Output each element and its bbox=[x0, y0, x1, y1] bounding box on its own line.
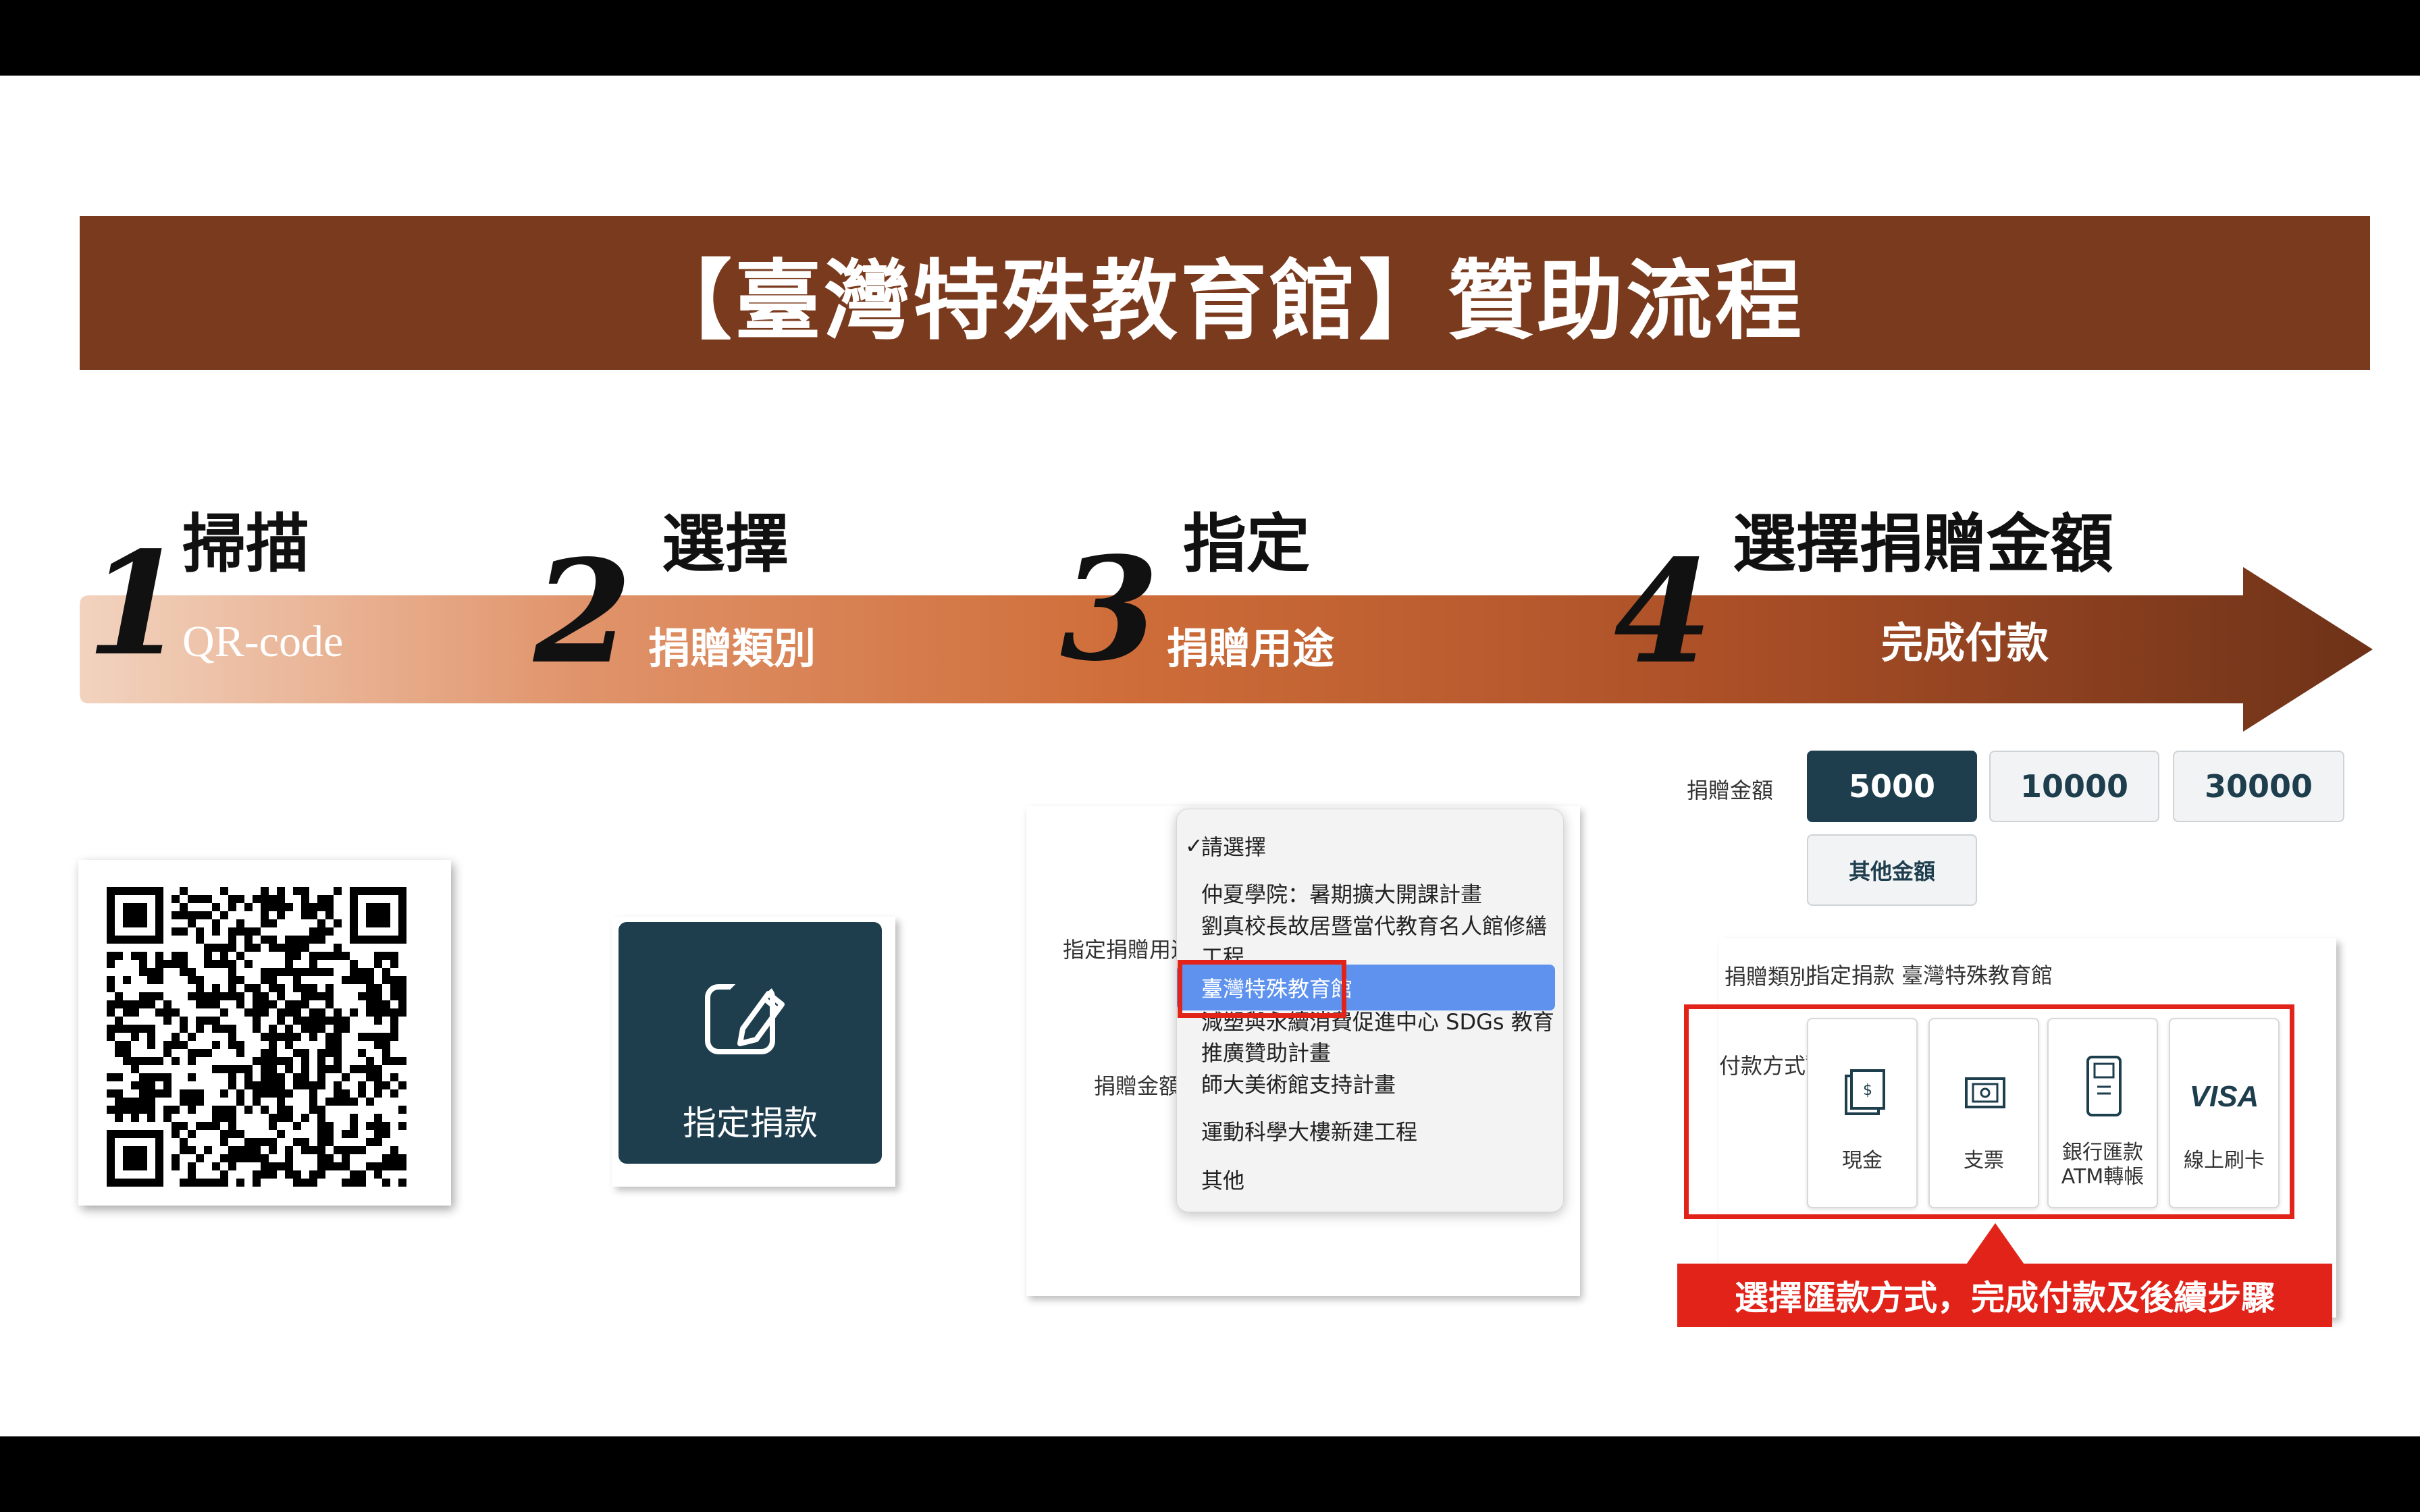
purpose-option[interactable]: 其他 bbox=[1177, 1156, 1563, 1202]
amount-button[interactable]: 10000 bbox=[1989, 751, 2159, 822]
designated-donation-screenshot: 指定捐款 bbox=[612, 917, 895, 1187]
purpose-option[interactable]: 師大美術館支持計畫 bbox=[1177, 1060, 1563, 1106]
slide: 【臺灣特殊教育館】贊助流程 1 掃描 QR-code 2 選擇 捐贈類別 3 指… bbox=[0, 76, 2420, 1436]
purpose-option[interactable]: 劉真校長故居暨當代教育名人館修繕工程 bbox=[1177, 913, 1563, 970]
designated-donation-button[interactable]: 指定捐款 bbox=[619, 922, 882, 1164]
other-amount-button[interactable]: 其他金額 bbox=[1807, 834, 1977, 906]
purpose-option[interactable]: 減塑與永續消費促進中心 SDGs 教育推廣贊助計畫 bbox=[1177, 1009, 1563, 1066]
donation-amount-label: 捐贈金額 bbox=[1687, 778, 1774, 803]
step-1-subtitle: QR-code bbox=[182, 617, 344, 666]
amount-button-selected[interactable]: 5000 bbox=[1807, 751, 1977, 822]
check-icon: ✓ bbox=[1185, 833, 1203, 859]
step-4-title: 選擇捐贈金額 bbox=[1733, 508, 2114, 581]
step-3-number: 3 bbox=[1060, 526, 1159, 693]
step-2-title: 選擇 bbox=[662, 508, 789, 581]
category-label: 捐贈類別 bbox=[1725, 964, 1812, 990]
amount-button[interactable]: 30000 bbox=[2173, 751, 2344, 822]
step-2-number: 2 bbox=[533, 529, 633, 695]
step-2-subtitle: 捐贈類別 bbox=[648, 624, 816, 673]
page-title: 【臺灣特殊教育館】贊助流程 bbox=[645, 250, 1804, 352]
edit-icon bbox=[705, 976, 785, 1054]
purpose-option[interactable]: 運動科學大樓新建工程 bbox=[1177, 1108, 1563, 1154]
payment-callout: 選擇匯款方式，完成付款及後續步驟 bbox=[1677, 1264, 2332, 1327]
highlight-box bbox=[1178, 960, 1346, 1018]
designated-donation-label: 指定捐款 bbox=[683, 1104, 818, 1143]
purpose-label: 指定捐贈用途 bbox=[1063, 937, 1193, 963]
qr-code-card[interactable] bbox=[78, 860, 451, 1206]
purpose-form-screenshot: 指定捐贈用途 捐贈金額 ✓ 請選擇 仲夏學院：暑期擴大開課計畫 劉真校長故居暨當… bbox=[1026, 806, 1580, 1296]
title-banner: 【臺灣特殊教育館】贊助流程 bbox=[80, 216, 2370, 370]
amount-label: 捐贈金額 bbox=[1094, 1073, 1181, 1099]
step-3-subtitle: 捐贈用途 bbox=[1167, 624, 1335, 673]
purpose-option[interactable]: ✓ 請選擇 bbox=[1177, 823, 1563, 869]
step-4-number: 4 bbox=[1614, 529, 1713, 695]
callout-pointer bbox=[1965, 1223, 2026, 1266]
step-4-subtitle: 完成付款 bbox=[1881, 618, 2049, 668]
step-1-title: 掃描 bbox=[182, 508, 310, 581]
category-value: 指定捐款 臺灣特殊教育館 bbox=[1808, 963, 2053, 988]
step-1-number: 1 bbox=[86, 520, 186, 687]
step-3-title: 指定 bbox=[1183, 508, 1311, 581]
payment-highlight-box bbox=[1684, 1004, 2294, 1219]
qr-code bbox=[107, 887, 406, 1187]
